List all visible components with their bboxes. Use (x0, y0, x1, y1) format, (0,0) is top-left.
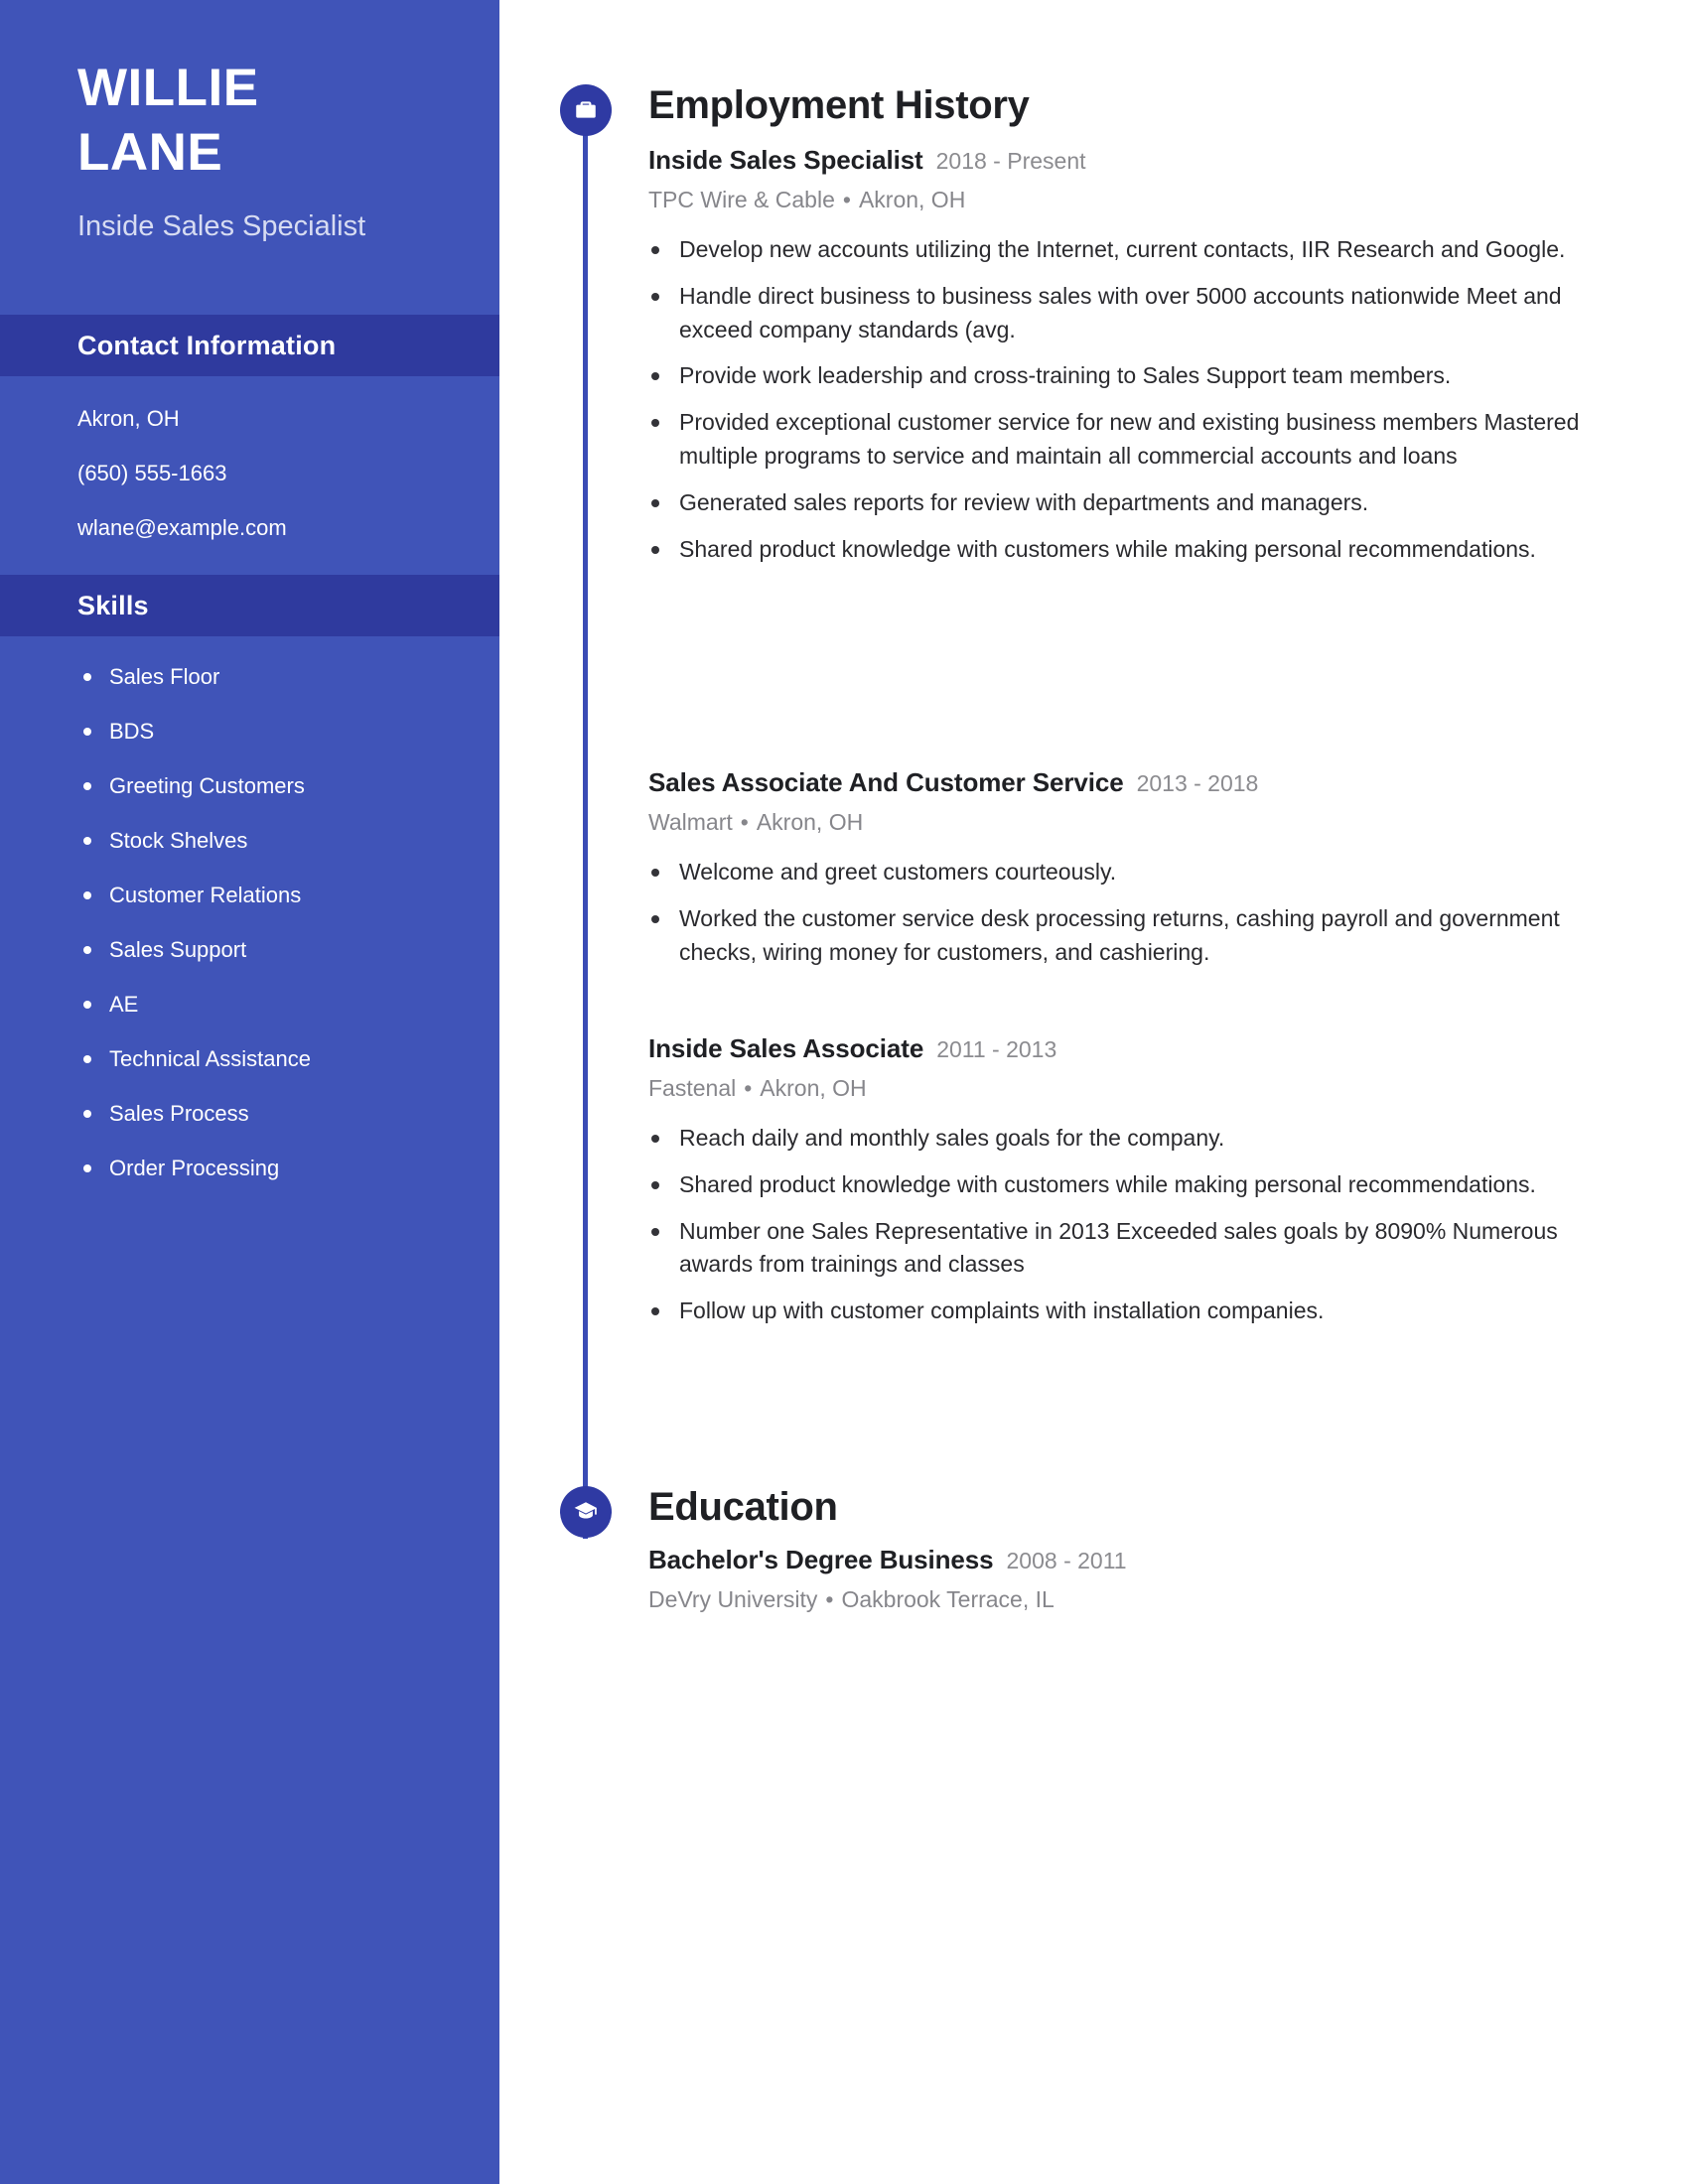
skills-section-heading: Skills (0, 575, 499, 637)
employment-entry: Inside Sales Associate 2011 - 2013 Faste… (648, 1035, 1631, 1341)
list-item: Technical Assistance (77, 1048, 499, 1070)
entry-header: Sales Associate And Customer Service 201… (648, 769, 1631, 795)
list-item: Shared product knowledge with customers … (648, 1168, 1631, 1202)
list-item: Provided exceptional customer service fo… (648, 406, 1631, 474)
job-company-location: Fastenal • Akron, OH (648, 1077, 1631, 1100)
list-item: Reach daily and monthly sales goals for … (648, 1122, 1631, 1156)
job-company-location: TPC Wire & Cable • Akron, OH (648, 189, 1631, 211)
list-item: Customer Relations (77, 885, 499, 906)
job-role: Sales Associate And Customer Service (648, 767, 1124, 797)
separator-dot: • (744, 1075, 753, 1101)
school-name: DeVry University (648, 1586, 818, 1612)
separator-dot: • (740, 809, 749, 835)
job-company-location: Walmart • Akron, OH (648, 811, 1631, 834)
list-item: Welcome and greet customers courteously. (648, 856, 1631, 889)
school-location: DeVry University • Oakbrook Terrace, IL (648, 1588, 1631, 1611)
job-role: Inside Sales Specialist (648, 145, 923, 175)
timeline-rail (583, 94, 588, 1539)
list-item: Greeting Customers (77, 775, 499, 797)
degree-title: Bachelor's Degree Business (648, 1545, 994, 1574)
job-bullets: Develop new accounts utilizing the Inter… (648, 233, 1631, 566)
list-item: AE (77, 994, 499, 1016)
list-item: Number one Sales Representative in 2013 … (648, 1215, 1631, 1283)
education-entry: Bachelor's Degree Business 2008 - 2011 D… (648, 1547, 1631, 1619)
job-role: Inside Sales Associate (648, 1033, 924, 1063)
contact-phone: (650) 555-1663 (77, 461, 227, 486)
page-title: Employment History (648, 83, 1030, 127)
contact-section-heading: Contact Information (0, 315, 499, 377)
first-name: WILLIE (77, 59, 259, 117)
job-location: Akron, OH (756, 809, 864, 835)
headline-job-title: Inside Sales Specialist (77, 210, 366, 242)
separator-dot: • (842, 187, 851, 212)
job-location: Akron, OH (760, 1075, 867, 1101)
list-item: Order Processing (77, 1158, 499, 1179)
employment-entry: Inside Sales Specialist 2018 - Present T… (648, 147, 1631, 579)
last-name: LANE (77, 123, 223, 182)
entry-header: Inside Sales Specialist 2018 - Present (648, 147, 1631, 173)
entry-header: Inside Sales Associate 2011 - 2013 (648, 1035, 1631, 1061)
list-item: Sales Process (77, 1103, 499, 1125)
list-item: Handle direct business to business sales… (648, 280, 1631, 347)
list-item: Follow up with customer complaints with … (648, 1295, 1631, 1328)
list-item: Sales Floor (77, 666, 499, 688)
graduation-cap-icon (560, 1486, 612, 1538)
list-item: Worked the customer service desk process… (648, 902, 1631, 970)
list-item: Generated sales reports for review with … (648, 486, 1631, 520)
skills-list: Sales Floor BDS Greeting Customers Stock… (0, 636, 499, 1179)
list-item: Sales Support (77, 939, 499, 961)
job-dates: 2013 - 2018 (1136, 770, 1259, 796)
list-item: Develop new accounts utilizing the Inter… (648, 233, 1631, 267)
job-dates: 2018 - Present (935, 148, 1086, 174)
list-item: BDS (77, 721, 499, 743)
contact-location: Akron, OH (77, 406, 180, 432)
job-company: Fastenal (648, 1075, 737, 1101)
school-location-text: Oakbrook Terrace, IL (841, 1586, 1055, 1612)
contact-email: wlane@example.com (77, 515, 287, 541)
job-company: Walmart (648, 809, 733, 835)
job-dates: 2011 - 2013 (936, 1036, 1057, 1062)
job-bullets: Welcome and greet customers courteously.… (648, 856, 1631, 969)
job-bullets: Reach daily and monthly sales goals for … (648, 1122, 1631, 1328)
job-company: TPC Wire & Cable (648, 187, 835, 212)
employment-entry: Sales Associate And Customer Service 201… (648, 769, 1631, 982)
list-item: Shared product knowledge with customers … (648, 533, 1631, 567)
main-content: Employment History Inside Sales Speciali… (499, 0, 1688, 2184)
name-block: WILLIE LANE Inside Sales Specialist (0, 0, 499, 245)
education-section-title: Education (648, 1485, 838, 1529)
list-item: Stock Shelves (77, 830, 499, 852)
contact-list: Akron, OH (650) 555-1663 wlane@example.c… (0, 376, 499, 539)
entry-header: Bachelor's Degree Business 2008 - 2011 (648, 1547, 1631, 1572)
sidebar: WILLIE LANE Inside Sales Specialist Cont… (0, 0, 499, 2184)
resume-page: WILLIE LANE Inside Sales Specialist Cont… (0, 0, 1688, 2184)
list-item: Provide work leadership and cross-traini… (648, 359, 1631, 393)
job-location: Akron, OH (858, 187, 966, 212)
separator-dot: • (825, 1586, 834, 1612)
briefcase-icon (560, 84, 612, 136)
degree-dates: 2008 - 2011 (1006, 1548, 1127, 1573)
